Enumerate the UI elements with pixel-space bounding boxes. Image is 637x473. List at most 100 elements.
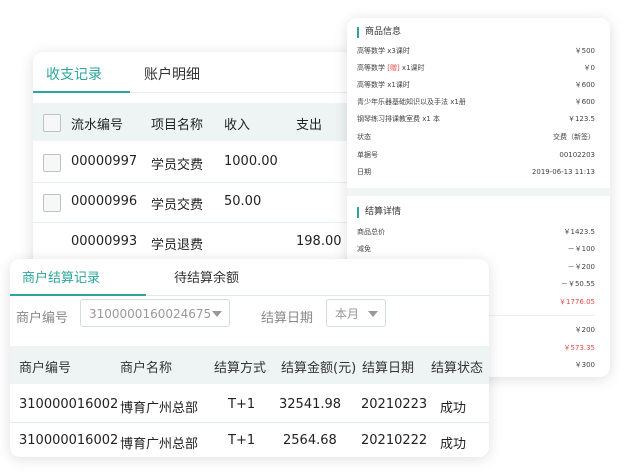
tab-merchant-settlement-records[interactable]: 商户结算记录 <box>22 267 100 286</box>
active-tab-indicator <box>10 294 146 296</box>
settle-details-title: 结算详情 <box>357 207 401 218</box>
col-settle-status: 结算状态 <box>431 361 484 376</box>
merchant-name-cell: 博育广州总部 <box>120 401 199 416</box>
product-price: ￥123.5 <box>567 115 595 123</box>
table-row[interactable]: 00000993 学员退费 198.00 <box>33 222 393 263</box>
col-settle-amount: 结算金额(元) <box>281 361 357 376</box>
col-item: 项目名称 <box>151 118 204 133</box>
ledger-table-header: 流水编号 项目名称 收入 支出 <box>33 103 393 141</box>
product-price: ￥0 <box>583 64 595 72</box>
expense-cell: 198.00 <box>296 234 342 249</box>
status-line: 状态 交费（新签） <box>357 132 595 143</box>
settle-amount-cell: 32541.98 <box>279 397 342 412</box>
payment-value: ￥573.35 <box>563 344 596 352</box>
table-row[interactable]: 00000997 学员交费 1000.00 <box>33 142 393 183</box>
settle-date-cell: 20210222 <box>361 433 428 448</box>
serial-cell: 00000993 <box>71 234 138 249</box>
product-name: 青少年乐器基础知识以及手法 x1册 <box>357 98 466 106</box>
product-name: 高等数学 x1课时 <box>357 81 410 89</box>
item-cell: 学员退费 <box>151 238 204 253</box>
payment-value: ￥200 <box>574 326 595 334</box>
settle-line: 商品总价 ￥1423.5 <box>357 227 595 238</box>
income-cell: 1000.00 <box>224 154 278 169</box>
settle-line: 减免 －￥100 <box>357 244 595 255</box>
date-label: 日期 <box>357 168 371 176</box>
active-tab-indicator <box>33 91 130 93</box>
merchant-no-select[interactable]: 3100000160024675 <box>80 299 230 327</box>
product-line: 高等数学 x1课时 ￥600 <box>357 80 595 91</box>
settle-value: －￥200 <box>567 263 595 271</box>
col-settle-date: 结算日期 <box>362 361 415 376</box>
item-cell: 学员交费 <box>151 158 204 173</box>
merchant-no-filter-label: 商户编号 <box>16 311 69 326</box>
product-name: 高等数学 x3课时 <box>357 47 410 55</box>
date-range-select[interactable]: 本月 <box>326 299 386 327</box>
tab-account-details[interactable]: 账户明细 <box>144 64 200 84</box>
settle-date-cell: 20210223 <box>361 397 428 412</box>
tab-income-expense-records[interactable]: 收支记录 <box>46 64 102 84</box>
table-row[interactable]: 310000016002 博育广州总部 T+1 2564.68 20210222… <box>10 423 489 457</box>
serial-cell: 00000996 <box>71 194 138 209</box>
select-all-checkbox[interactable] <box>43 114 61 132</box>
receipt-no-value: 00102203 <box>559 151 595 159</box>
date-filter-label: 结算日期 <box>261 311 314 326</box>
receipt-no-line: 单据号 00102203 <box>357 150 595 161</box>
settle-label: 减免 <box>357 245 371 253</box>
settle-label: 商品总价 <box>357 228 385 236</box>
ledger-card: 收支记录 账户明细 流水编号 项目名称 收入 支出 00000997 学员交费 … <box>33 52 393 282</box>
item-cell: 学员交费 <box>151 198 204 213</box>
product-name: 钢琴练习排课教室费 x1 本 <box>357 115 441 123</box>
settle-value: －￥50.55 <box>560 280 595 288</box>
row-checkbox[interactable] <box>43 154 61 172</box>
settle-amount-cell: 2564.68 <box>283 433 337 448</box>
merchant-no-cell: 310000016002 <box>19 433 119 448</box>
settle-status-cell: 成功 <box>440 401 467 416</box>
chevron-down-icon <box>212 311 222 317</box>
merchant-settlement-card: 商户结算记录 待结算余额 商户编号 3100000160024675 结算日期 … <box>10 259 489 457</box>
merchant-no-selected-value: 3100000160024675 <box>89 307 212 321</box>
settle-value: －￥100 <box>567 245 595 253</box>
table-row[interactable]: 00000996 学员交费 50.00 <box>33 182 393 223</box>
row-checkbox[interactable] <box>43 194 61 212</box>
table-row[interactable]: 310000016002 博育广州总部 T+1 32541.98 2021022… <box>10 386 489 423</box>
gift-tag: [赠] <box>387 64 400 72</box>
chevron-down-icon <box>368 311 378 317</box>
status-value: 交费（新签） <box>553 133 595 141</box>
income-cell: 50.00 <box>224 194 262 209</box>
serial-cell: 00000997 <box>71 154 138 169</box>
col-income: 收入 <box>224 118 251 133</box>
product-info-title: 商品信息 <box>357 27 401 38</box>
product-price: ￥500 <box>574 47 595 55</box>
col-settle-method: 结算方式 <box>214 361 267 376</box>
col-merchant-no: 商户编号 <box>19 361 72 376</box>
settle-status-cell: 成功 <box>440 437 467 452</box>
ledger-tabs: 收支记录 账户明细 <box>33 52 393 93</box>
date-value: 2019-06-13 11:13 <box>531 168 595 176</box>
col-serial: 流水编号 <box>71 118 124 133</box>
product-line: 高等数学 x3课时 ￥500 <box>357 46 595 57</box>
settle-total-value: ￥1776.05 <box>559 298 595 306</box>
product-suffix: x1课时 <box>399 64 425 72</box>
tab-pending-balance[interactable]: 待结算余额 <box>174 267 239 286</box>
merchant-name-cell: 博育广州总部 <box>120 437 199 452</box>
col-merchant-name: 商户名称 <box>120 361 173 376</box>
product-line: 青少年乐器基础知识以及手法 x1册 ￥600 <box>357 97 595 108</box>
receipt-no-label: 单据号 <box>357 151 378 159</box>
product-price: ￥600 <box>574 98 595 106</box>
settle-value: ￥1423.5 <box>563 228 596 236</box>
col-expense: 支出 <box>296 118 323 133</box>
merchant-tabs: 商户结算记录 待结算余额 <box>10 259 489 296</box>
merchant-table-header: 商户编号 商户名称 结算方式 结算金额(元) 结算日期 结算状态 <box>10 346 489 384</box>
payment-value: ￥300 <box>574 361 595 369</box>
settle-method-cell: T+1 <box>228 397 256 412</box>
date-range-selected-value: 本月 <box>335 307 360 321</box>
status-label: 状态 <box>357 133 371 141</box>
settle-method-cell: T+1 <box>228 433 256 448</box>
product-name: 高等数学 <box>357 64 388 72</box>
product-line: 高等数学 [赠] x1课时 ￥0 <box>357 63 595 74</box>
product-price: ￥600 <box>574 81 595 89</box>
section-divider <box>347 188 610 196</box>
merchant-no-cell: 310000016002 <box>19 397 119 412</box>
date-line: 日期 2019-06-13 11:13 <box>357 167 595 178</box>
product-line: 钢琴练习排课教室费 x1 本 ￥123.5 <box>357 114 595 125</box>
